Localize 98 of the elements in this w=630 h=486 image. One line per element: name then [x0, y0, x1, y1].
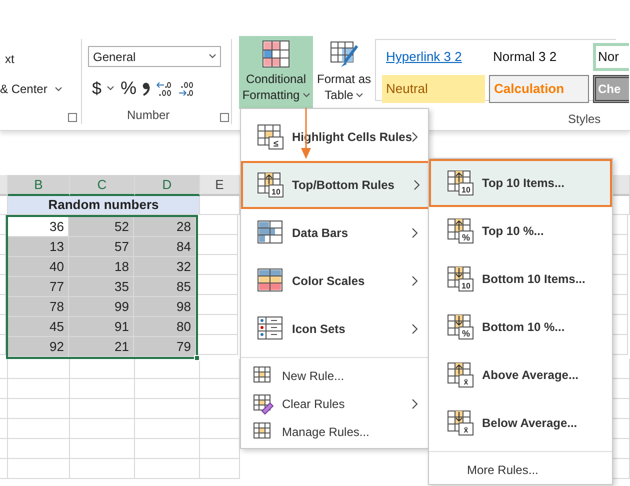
- merge-center-label: & Center: [0, 81, 48, 98]
- number-cell: 91: [69, 317, 134, 337]
- group-label: Styles: [568, 111, 601, 128]
- table-highlight-icon: [262, 40, 290, 68]
- column-header[interactable]: E: [200, 175, 240, 196]
- empty-cell: [8, 439, 70, 459]
- menu-item[interactable]: 10 Bottom 10 Items...: [429, 255, 612, 303]
- merge-center-button[interactable]: & Center: [0, 80, 62, 98]
- empty-cell: [135, 419, 200, 439]
- menu-item[interactable]: 10 Top 10 Items...: [429, 159, 612, 207]
- empty-cell: [70, 399, 135, 419]
- menu-item[interactable]: Data Bars: [241, 209, 428, 257]
- number-cell: 84: [134, 237, 196, 257]
- number-cell: 78: [8, 297, 69, 317]
- number-cell: 79: [134, 337, 196, 357]
- menu-item[interactable]: x̄ Below Average...: [429, 399, 612, 447]
- empty-cell: [70, 439, 135, 459]
- menu-item[interactable]: More Rules...: [429, 456, 612, 484]
- currency-button[interactable]: $: [92, 76, 102, 102]
- number-cell: 52: [69, 217, 134, 237]
- number-cell: 45: [8, 317, 69, 337]
- number-cell: 85: [134, 277, 196, 297]
- empty-cell: [198, 315, 238, 335]
- number-cell: 18: [69, 257, 134, 277]
- column-header[interactable]: D: [135, 175, 200, 196]
- currency-caret-icon: [107, 86, 114, 91]
- number-cell: 98: [134, 297, 196, 317]
- empty-cell: [70, 359, 135, 379]
- cell-style-swatch[interactable]: Neutral: [382, 75, 485, 103]
- fill-handle[interactable]: [194, 355, 200, 361]
- menu-item[interactable]: Color Scales: [241, 257, 428, 305]
- menu-item[interactable]: % Bottom 10 %...: [429, 303, 612, 351]
- menu-item[interactable]: Clear Rules: [241, 390, 428, 418]
- empty-cell: [70, 419, 135, 439]
- row-header-corner: [0, 175, 8, 196]
- empty-cell: [8, 459, 70, 479]
- empty-cell: [70, 459, 135, 479]
- empty-cell: [70, 379, 135, 399]
- number-cell: 40: [8, 257, 69, 277]
- caret-icon: [302, 92, 310, 98]
- number-cell: 21: [69, 337, 134, 357]
- number-cell: 80: [134, 317, 196, 337]
- menu-item[interactable]: x̄ Above Average...: [429, 351, 612, 399]
- empty-cell: [135, 359, 200, 379]
- cell-style-swatch[interactable]: Hyperlink 3 2: [382, 43, 485, 71]
- number-cell: 92: [8, 337, 69, 357]
- number-format-dropdown[interactable]: General: [88, 46, 221, 67]
- comma-style-icon[interactable]: [142, 80, 150, 96]
- empty-cell: [198, 335, 238, 355]
- empty-cell: [200, 459, 240, 479]
- empty-cell: [135, 439, 200, 459]
- empty-cell: [198, 275, 238, 295]
- data-bars-icon: [257, 220, 285, 246]
- number-cell: 35: [69, 277, 134, 297]
- icon-sets-icon: [257, 316, 285, 342]
- increase-decimal-icon[interactable]: [156, 80, 172, 98]
- empty-cell: [8, 379, 70, 399]
- conditional-formatting-button[interactable]: Conditional Formatting: [239, 36, 313, 109]
- number-cell: 57: [69, 237, 134, 257]
- empty-cell: [135, 399, 200, 419]
- empty-cell: [135, 379, 200, 399]
- menu-item[interactable]: New Rule...: [241, 362, 428, 390]
- dropdown-caret-icon: [209, 54, 216, 59]
- number-cell: 32: [134, 257, 196, 277]
- menu-item[interactable]: 10 Top/Bottom Rules: [241, 161, 430, 209]
- empty-cell: [198, 235, 238, 255]
- table-brush-icon: [329, 40, 359, 68]
- caret-icon: [356, 92, 364, 98]
- empty-cell: [8, 419, 70, 439]
- menu-item[interactable]: % Top 10 %...: [429, 207, 612, 255]
- number-cell: 99: [69, 297, 134, 317]
- number-cell: 36: [8, 217, 69, 237]
- format-as-table-button[interactable]: Format as Table: [315, 36, 373, 109]
- color-scales-icon: [257, 268, 285, 294]
- menu-item[interactable]: Manage Rules...: [241, 418, 428, 446]
- group-label: Number: [127, 107, 170, 124]
- cell-style-swatch[interactable]: Normal 3 2: [489, 43, 589, 71]
- wrap-text-button[interactable]: xt: [5, 50, 14, 68]
- menu-item[interactable]: Icon Sets: [241, 305, 428, 353]
- cell-style-swatch[interactable]: Nor: [593, 43, 629, 71]
- column-header[interactable]: B: [8, 175, 70, 196]
- dialog-launcher-icon[interactable]: [68, 113, 77, 122]
- empty-cell: [198, 215, 238, 235]
- number-cell: 28: [134, 217, 196, 237]
- dialog-launcher-icon[interactable]: [220, 113, 229, 122]
- number-cell: 77: [8, 277, 69, 297]
- clear-rules-icon: [253, 394, 274, 414]
- merged-title-cell: Random numbers: [8, 196, 200, 215]
- empty-cell: [135, 459, 200, 479]
- empty-cell: [198, 295, 238, 315]
- column-header[interactable]: C: [70, 175, 135, 196]
- empty-cell: [198, 255, 238, 275]
- number-cell: 13: [8, 237, 69, 257]
- percent-button[interactable]: %: [120, 75, 136, 102]
- decrease-decimal-icon[interactable]: [178, 80, 194, 98]
- chevron-down-icon: [55, 86, 62, 92]
- empty-cell: [8, 359, 70, 379]
- empty-cell: [8, 399, 70, 419]
